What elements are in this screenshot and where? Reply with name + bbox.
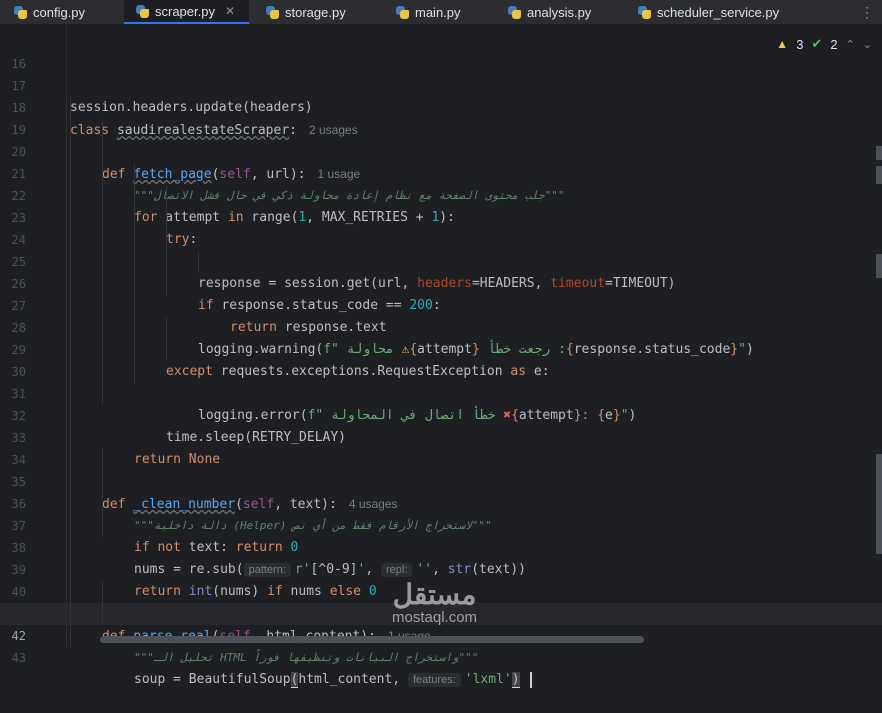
vertical-scrollbar-thumb[interactable] <box>876 454 882 554</box>
code-line-25: 25 if response.status_code == 200: <box>0 229 882 313</box>
code-line-39: 39 <box>0 537 882 577</box>
tab-analysis[interactable]: analysis.py <box>508 0 591 24</box>
tab-main[interactable]: main.py <box>396 0 461 24</box>
text-cursor <box>529 671 532 688</box>
tab-scraper[interactable]: scraper.py ✕ <box>124 0 250 24</box>
scrollbar-marker[interactable] <box>876 254 882 278</box>
code-line-37: 37 nums = re.sub(pattern: r'[^0-9]', repl… <box>0 493 882 577</box>
tab-label: storage.py <box>285 4 346 20</box>
code-line-22: 22 try: <box>0 163 882 247</box>
code-line-38: 38 return int(nums) if nums else 0 <box>0 515 882 599</box>
horizontal-scrollbar-thumb[interactable] <box>100 636 644 643</box>
tab-label: scraper.py <box>155 3 215 19</box>
code-line-42: 42 soup = BeautifulSoup(html_content, fe… <box>0 603 882 688</box>
code-line-35: 35 """دالة داخلية (Helper) لاستخراج الأر… <box>0 449 882 532</box>
scrollbar-marker[interactable] <box>876 166 882 184</box>
tab-label: main.py <box>415 4 461 20</box>
code-line-34: 34 def _clean_number(self, text): 4 usage… <box>0 427 882 512</box>
code-line-20: 20 """جلب محتوى الصفحة مع نظام إعادة محا… <box>0 119 882 202</box>
code-editor[interactable]: ▲ 3 ✔ 2 ⌃ ⌄ 16 17 session.headers.update… <box>0 24 882 688</box>
python-file-icon <box>136 4 149 18</box>
code-line-40: 40 def parse_real(self, html_content):1 … <box>0 559 882 644</box>
close-tab-icon[interactable]: ✕ <box>225 4 235 18</box>
docstring: """تحليل الـ HTML واستخراج البيانات وتنظ… <box>134 651 479 664</box>
tab-storage[interactable]: storage.py <box>266 0 346 24</box>
scrollbar-marker[interactable] <box>876 146 882 160</box>
code-line-27: 27 logging.warning(f" محاولة ⚠{attempt} … <box>0 273 882 357</box>
tab-label: analysis.py <box>527 4 592 20</box>
python-file-icon <box>638 5 651 19</box>
python-file-icon <box>508 5 521 19</box>
code-line-17: 17 session.headers.update(headers) <box>0 53 882 115</box>
tab-scheduler-service[interactable]: scheduler_service.py <box>638 0 779 24</box>
code-line-19: 19 def fetch_page(self, url): 1 usage <box>0 97 882 182</box>
code-line-29: 29 <box>0 317 882 357</box>
more-options-icon[interactable]: ⋮ <box>860 4 874 21</box>
code-line-32: 32 return None <box>0 383 882 467</box>
code-text: soup = BeautifulSoup(html_content, featu… <box>134 669 532 691</box>
python-file-icon <box>396 5 409 19</box>
code-line-36: 36 if not text: return 0 <box>0 471 882 555</box>
line-number: 43 <box>11 651 26 665</box>
code-line-30: 30 logging.error(f" خطأ اتصال في المحاول… <box>0 339 882 423</box>
code-line-18: 18 class saudirealestateScraper: 2 usages <box>0 75 882 138</box>
code-line-16: 16 <box>0 31 882 71</box>
code-line-26: 26 return response.text <box>0 251 882 335</box>
parameter-hint: features: <box>407 673 461 687</box>
editor-tab-bar: config.py scraper.py ✕ storage.py main.p… <box>0 0 882 25</box>
code-line-24: 24 response = session.get(url, headers=H… <box>0 207 882 291</box>
tab-label: config.py <box>33 4 86 20</box>
tab-label: scheduler_service.py <box>657 4 780 20</box>
python-file-icon <box>14 5 27 19</box>
code-line-31: 31 time.sleep(RETRY_DELAY) <box>0 361 882 445</box>
code-line-28: 28 except requests.exceptions.RequestExc… <box>0 295 882 379</box>
code-line-21: 21 for attempt in range(1, MAX_RETRIES +… <box>0 141 882 225</box>
code-line-23: 23 <box>0 185 882 225</box>
tab-config[interactable]: config.py <box>14 0 85 24</box>
code-line-33: 33 <box>0 405 882 445</box>
python-file-icon <box>266 5 279 19</box>
code-line-41: 41 """تحليل الـ HTML واستخراج البيانات و… <box>0 581 882 664</box>
